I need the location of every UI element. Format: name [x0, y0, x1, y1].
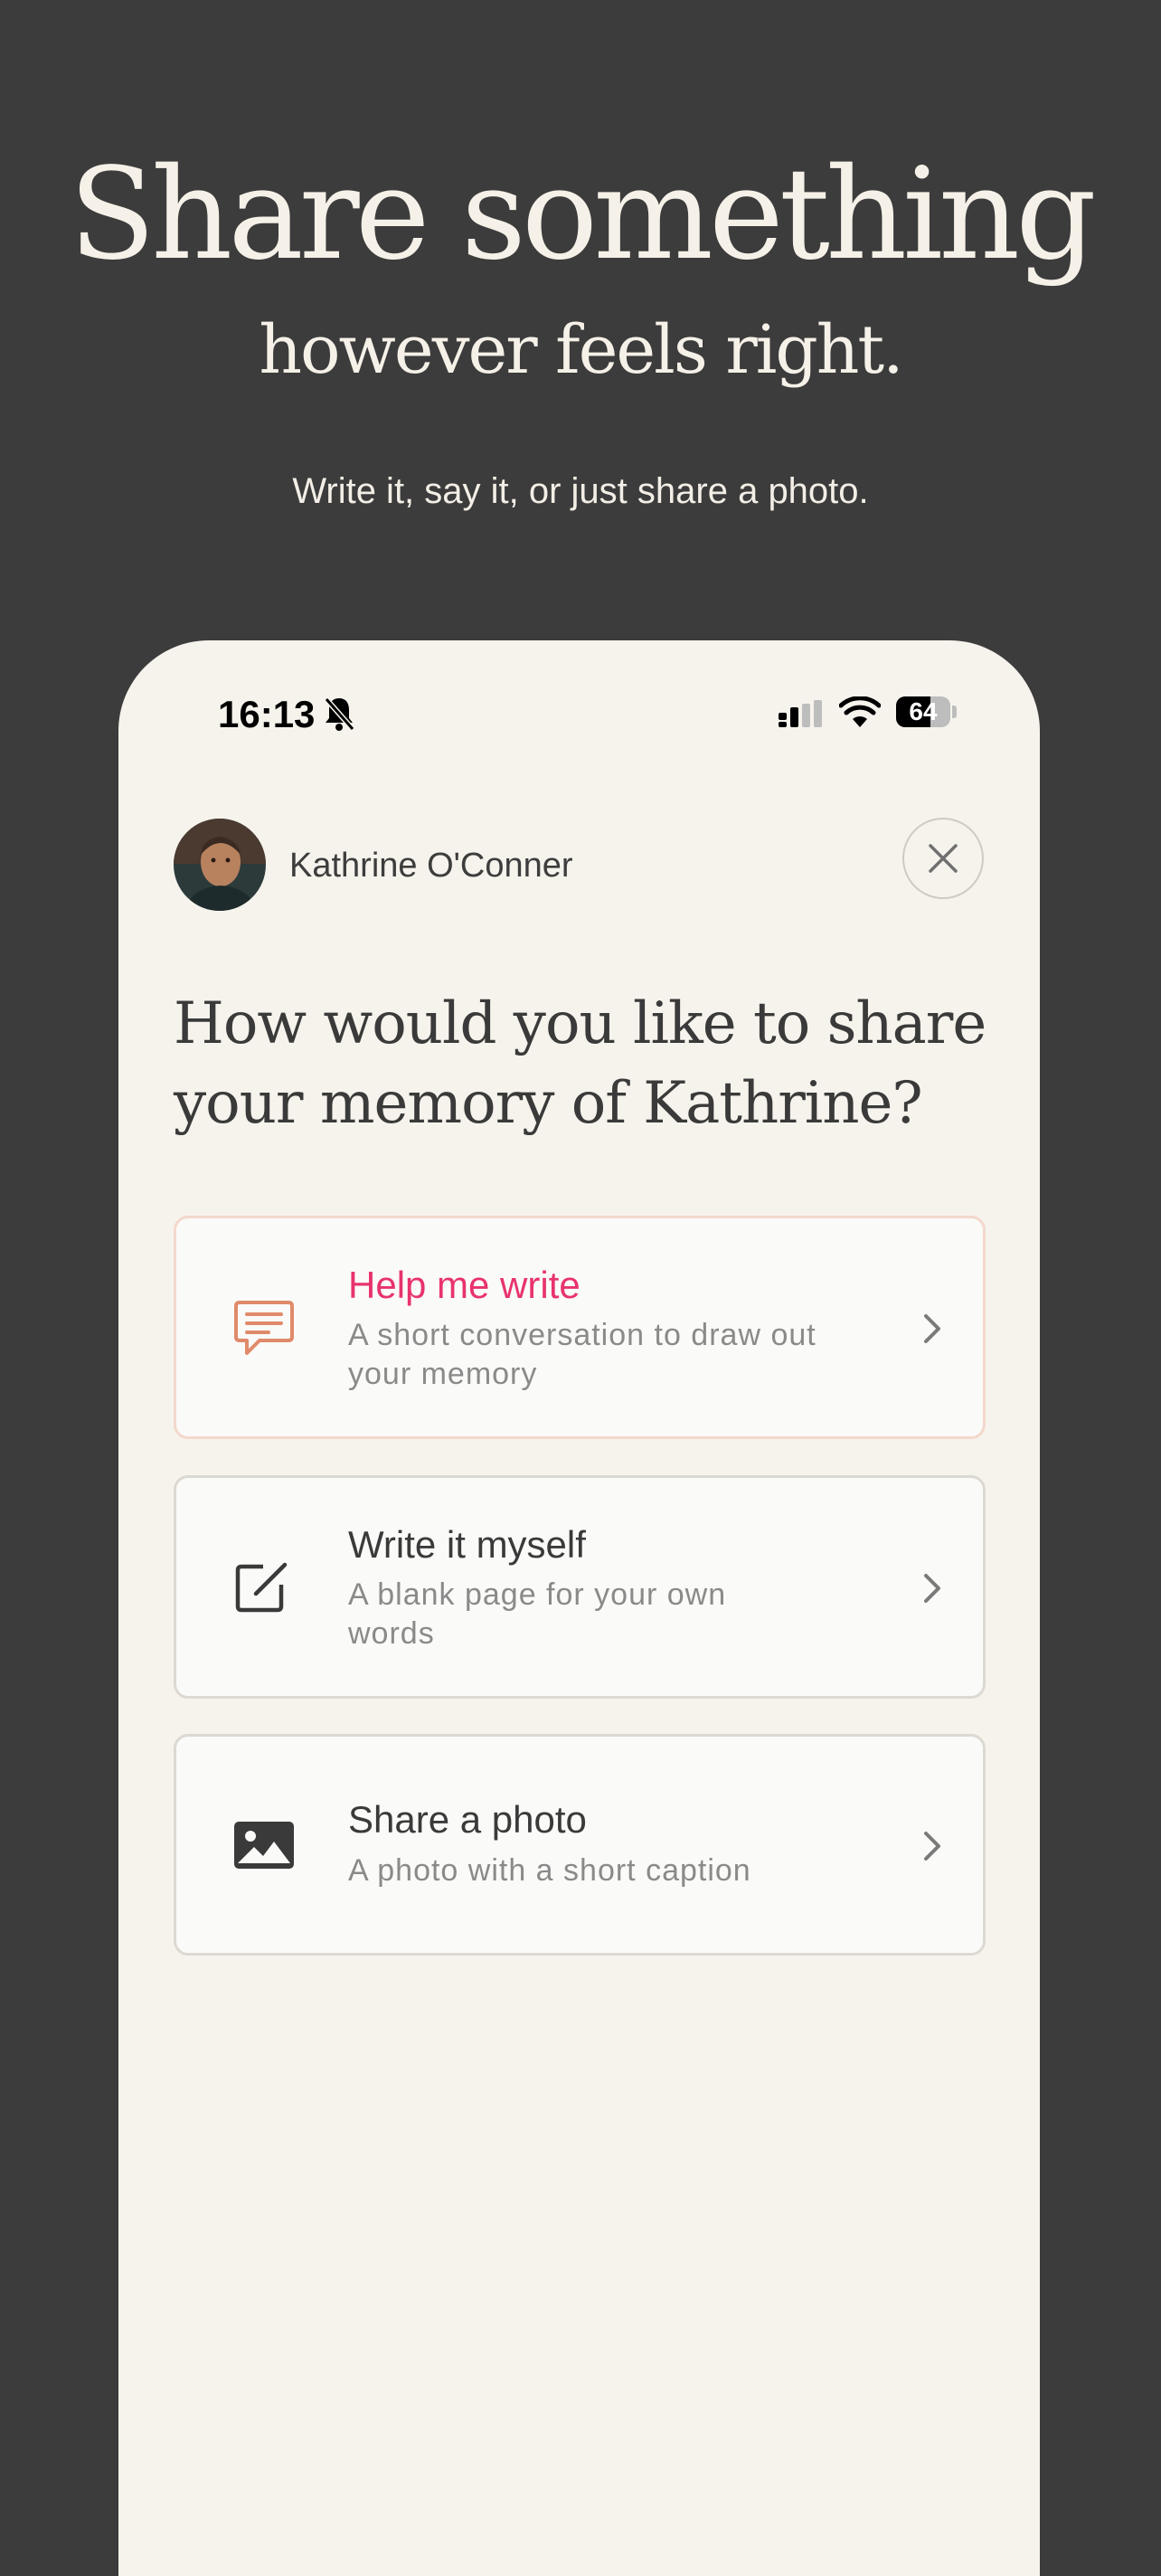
- option-title: Share a photo: [348, 1798, 587, 1841]
- battery-percentage: 64: [909, 697, 938, 725]
- chevron-right-icon: [924, 1314, 940, 1343]
- chevron-right-icon: [924, 1832, 940, 1861]
- option-description: A photo with a short caption: [348, 1853, 751, 1888]
- option-description: A blank page for your own words: [348, 1577, 727, 1651]
- cellular-signal-icon: [779, 700, 822, 727]
- battery-indicator: 64: [896, 696, 950, 727]
- hero-title: Share something: [69, 141, 1097, 289]
- avatar-photo: [174, 819, 266, 911]
- battery-tip: [952, 706, 957, 718]
- status-time: 16:13: [218, 693, 316, 735]
- hero-caption: Write it, say it, or just share a photo.: [292, 471, 869, 511]
- chevron-right-icon: [924, 1574, 940, 1603]
- option-share-a-photo[interactable]: Share a photo A photo with a short capti…: [174, 1734, 986, 1956]
- hero-subtitle: however feels right.: [259, 311, 903, 389]
- edit-icon: [235, 1562, 288, 1613]
- option-description: A short conversation to draw out your me…: [348, 1318, 816, 1391]
- prompt-question: How would you like to share your memory …: [174, 990, 986, 1137]
- close-button[interactable]: [902, 818, 984, 899]
- phone-screen: 16:13 64 Kathrine O'Conner How would you…: [118, 640, 1040, 2576]
- option-title: Help me write: [348, 1264, 580, 1306]
- chat-icon: [234, 1301, 294, 1355]
- wifi-icon: [839, 696, 881, 727]
- close-icon: [929, 844, 958, 873]
- option-help-me-write[interactable]: Help me write A short conversation to dr…: [174, 1216, 986, 1439]
- option-title: Write it myself: [348, 1523, 586, 1566]
- bell-muted-icon: [324, 697, 355, 731]
- option-write-it-myself[interactable]: Write it myself A blank page for your ow…: [174, 1475, 986, 1699]
- profile-name: Kathrine O'Conner: [289, 847, 573, 885]
- image-icon: [234, 1822, 294, 1869]
- avatar: [174, 819, 266, 911]
